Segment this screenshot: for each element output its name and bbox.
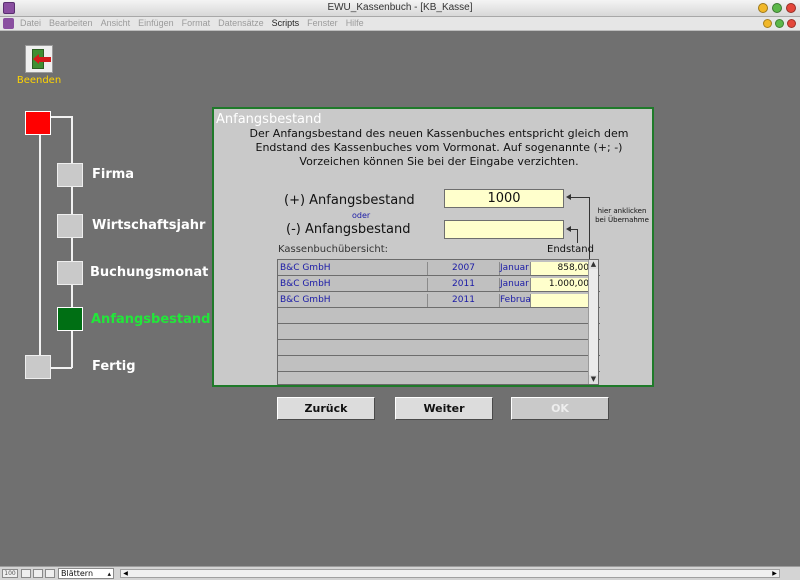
minus-anfangsbestand-field[interactable]	[444, 220, 564, 239]
menu-hilfe[interactable]: Hilfe	[346, 18, 364, 28]
doc-close-button[interactable]	[787, 19, 796, 28]
step-firma-label[interactable]: Firma	[92, 167, 134, 182]
endstand-cell[interactable]	[530, 294, 592, 307]
table-scrollbar[interactable]: ▲ ▼	[588, 260, 598, 384]
step-buchungsmonat-box[interactable]	[57, 261, 83, 285]
year-cell: 2011	[427, 294, 499, 307]
endstand-label: Endstand	[547, 244, 594, 255]
step-start-box[interactable]	[25, 111, 51, 135]
document-icon[interactable]	[3, 18, 14, 29]
month-cell: Februar	[499, 294, 535, 307]
menu-datensaetze[interactable]: Datensätze	[218, 18, 264, 28]
year-cell: 2007	[427, 262, 499, 275]
menu: Datei Bearbeiten Ansicht Einfügen Format…	[20, 18, 364, 28]
menu-bar: Datei Bearbeiten Ansicht Einfügen Format…	[0, 17, 800, 31]
table-row-empty	[278, 340, 600, 356]
minimize-button[interactable]	[758, 3, 768, 13]
mode-label: Blättern	[61, 569, 94, 578]
zoom-in-icon[interactable]	[33, 569, 43, 578]
table-row-empty	[278, 356, 600, 372]
plus-anfangsbestand-field[interactable]: 1000	[444, 189, 564, 208]
step-anfangsbestand-label[interactable]: Anfangsbestand	[91, 312, 210, 327]
firm-cell: B&C GmbH	[280, 263, 331, 273]
endstand-cell[interactable]: 1.000,00	[530, 278, 592, 291]
chevron-up-icon: ▴	[107, 570, 111, 578]
step-buchungsmonat-label[interactable]: Buchungsmonat	[90, 265, 208, 280]
table-row-empty	[278, 308, 600, 324]
step-wirtschaftsjahr-label[interactable]: Wirtschaftsjahr	[92, 218, 205, 233]
mode-select[interactable]: Blättern ▴	[58, 568, 114, 579]
overview-label: Kassenbuchübersicht:	[278, 244, 389, 255]
table-row[interactable]: B&C GmbH 2007 Januar 858,00	[278, 260, 600, 276]
horizontal-scrollbar[interactable]: ◀ ▶	[120, 569, 780, 578]
step-fertig-label[interactable]: Fertig	[92, 359, 136, 374]
panel-title: Anfangsbestand	[216, 112, 322, 127]
zoom-out-icon[interactable]	[21, 569, 31, 578]
ok-button[interactable]: OK	[511, 397, 609, 420]
firm-cell: B&C GmbH	[280, 295, 331, 305]
table-row[interactable]: B&C GmbH 2011 Januar 1.000,00	[278, 276, 600, 292]
scroll-down-icon[interactable]: ▼	[589, 375, 598, 384]
step-wirtschaftsjahr-box[interactable]	[57, 214, 83, 238]
menu-einfuegen[interactable]: Einfügen	[138, 18, 174, 28]
back-button[interactable]: Zurück	[277, 397, 375, 420]
step-anfangsbestand-box[interactable]	[57, 307, 83, 331]
zoom-level[interactable]: 100	[2, 569, 18, 578]
window-title: EWU_Kassenbuch - [KB_Kasse]	[327, 2, 473, 13]
beenden-label: Beenden	[16, 75, 62, 86]
title-bar: EWU_Kassenbuch - [KB_Kasse]	[0, 0, 800, 17]
plus-label: (+) Anfangsbestand	[284, 193, 415, 208]
arrow-icon	[566, 226, 571, 232]
table-row-empty	[278, 372, 600, 384]
status-bar: 100 Blättern ▴ ◀ ▶	[0, 566, 800, 580]
tree-line	[39, 128, 41, 368]
doc-zoom-button[interactable]	[775, 19, 784, 28]
doc-minimize-button[interactable]	[763, 19, 772, 28]
month-cell: Januar	[499, 278, 529, 291]
month-cell: Januar	[499, 262, 529, 275]
endstand-cell[interactable]: 858,00	[530, 262, 592, 275]
minus-label: (-) Anfangsbestand	[286, 222, 411, 237]
menu-scripts[interactable]: Scripts	[272, 18, 300, 28]
next-button[interactable]: Weiter	[395, 397, 493, 420]
close-button[interactable]	[786, 3, 796, 13]
arrow-icon	[566, 194, 571, 200]
status-toggle-icon[interactable]	[45, 569, 55, 578]
menu-fenster[interactable]: Fenster	[307, 18, 338, 28]
oder-label: oder	[352, 211, 371, 220]
exit-door-icon	[25, 45, 53, 73]
menu-format[interactable]: Format	[182, 18, 211, 28]
menu-datei[interactable]: Datei	[20, 18, 41, 28]
table-row[interactable]: B&C GmbH 2011 Februar	[278, 292, 600, 308]
zoom-button[interactable]	[772, 3, 782, 13]
table-row-empty	[278, 324, 600, 340]
panel-description: Der Anfangsbestand des neuen Kassenbuche…	[249, 127, 629, 168]
firm-cell: B&C GmbH	[280, 279, 331, 289]
menu-bearbeiten[interactable]: Bearbeiten	[49, 18, 93, 28]
year-cell: 2011	[427, 278, 499, 291]
step-firma-box[interactable]	[57, 163, 83, 187]
beenden-button[interactable]: Beenden	[14, 45, 64, 86]
menu-ansicht[interactable]: Ansicht	[101, 18, 131, 28]
anfangsbestand-panel: Anfangsbestand Der Anfangsbestand des ne…	[212, 107, 654, 387]
scroll-left-icon[interactable]: ◀	[121, 570, 130, 578]
scroll-right-icon[interactable]: ▶	[770, 570, 779, 578]
step-fertig-box[interactable]	[25, 355, 51, 379]
kassenbuch-table: B&C GmbH 2007 Januar 858,00 B&C GmbH 201…	[277, 259, 600, 385]
uebernahme-hint: hier anklicken bei Übernahme	[595, 207, 649, 224]
scroll-up-icon[interactable]: ▲	[589, 260, 598, 269]
